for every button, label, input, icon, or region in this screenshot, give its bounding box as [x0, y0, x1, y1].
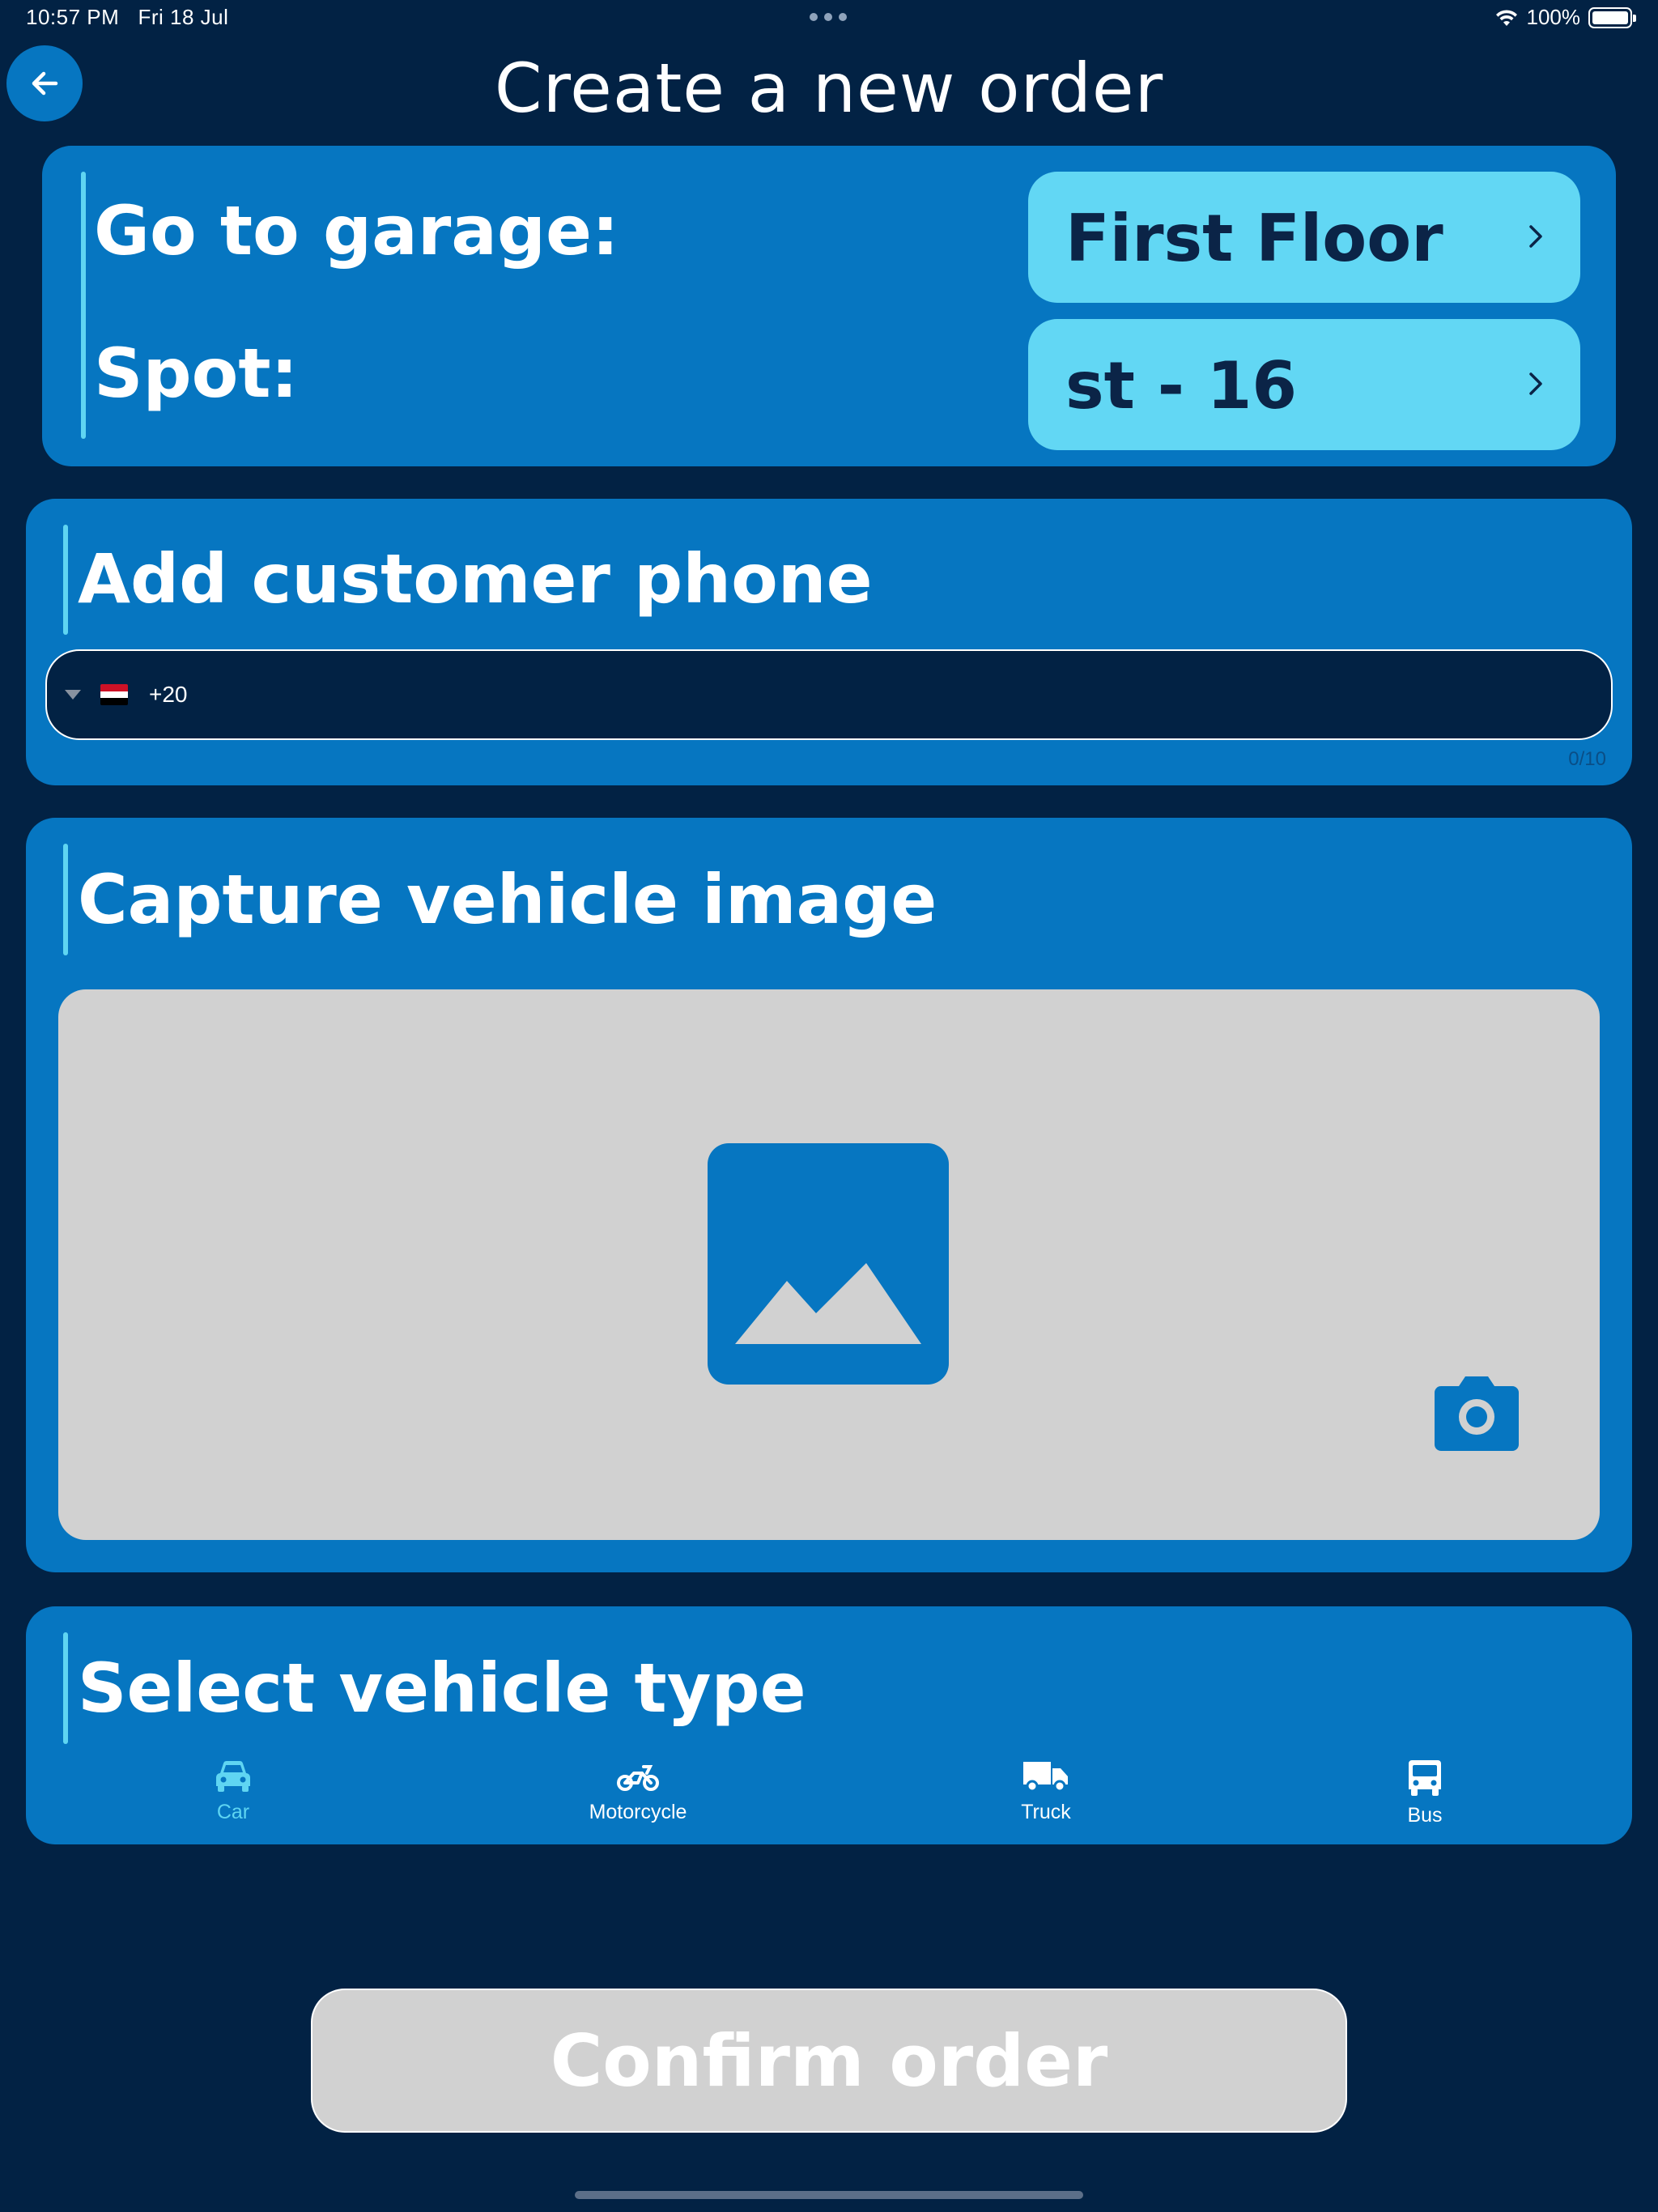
page-title: Create a new order	[494, 49, 1164, 128]
phone-character-counter: 0/10	[1568, 748, 1606, 770]
image-heading: Capture vehicle image	[78, 860, 937, 939]
vehicle-option-label: Car	[216, 1801, 250, 1823]
status-bar: 10:57 PM Fri 18 Jul 100%	[0, 0, 1658, 37]
phone-card: Add customer phone	[26, 499, 1632, 785]
garage-selector[interactable]: First Floor	[1028, 172, 1580, 303]
status-indicators: 100%	[1494, 5, 1636, 30]
bus-icon	[1409, 1760, 1441, 1796]
spot-label: Spot:	[94, 334, 299, 413]
truck-icon	[1023, 1762, 1068, 1793]
egypt-flag-icon[interactable]	[100, 684, 128, 705]
garage-label: Go to garage:	[94, 191, 619, 270]
vehicle-option-label: Motorcycle	[589, 1801, 687, 1823]
phone-heading: Add customer phone	[78, 539, 873, 619]
accent-bar	[63, 844, 68, 955]
garage-value: First Floor	[1065, 201, 1443, 276]
confirm-order-button[interactable]: Confirm order	[311, 1989, 1347, 2133]
spot-value: st - 16	[1065, 348, 1298, 423]
vehicle-image-area[interactable]	[58, 989, 1600, 1540]
spot-selector[interactable]: st - 16	[1028, 319, 1580, 450]
dial-code: +20	[149, 682, 188, 707]
vehicle-option-label: Bus	[1407, 1804, 1443, 1827]
battery-icon	[1588, 6, 1636, 28]
accent-bar	[63, 525, 68, 635]
battery-percentage: 100%	[1526, 5, 1581, 29]
multitasking-dots-icon[interactable]	[810, 13, 847, 21]
vehicle-option-motorcycle[interactable]: Motorcycle	[541, 1759, 735, 1824]
motorcycle-icon	[617, 1765, 659, 1791]
vehicle-option-label: Truck	[1021, 1801, 1071, 1823]
chevron-right-icon	[1529, 225, 1542, 248]
car-icon	[216, 1760, 250, 1792]
accent-bar	[63, 1632, 68, 1744]
status-time: 10:57 PM Fri 18 Jul	[26, 5, 228, 30]
country-dropdown-icon[interactable]	[65, 690, 81, 700]
status-clock: 10:57 PM	[26, 5, 120, 29]
vehicle-option-truck[interactable]: Truck	[949, 1759, 1143, 1824]
camera-icon[interactable]	[1435, 1375, 1519, 1453]
header: Create a new order	[0, 37, 1658, 131]
wifi-icon	[1495, 9, 1517, 26]
accent-bar	[81, 172, 86, 439]
home-indicator[interactable]	[575, 2191, 1083, 2199]
phone-input[interactable]: +20	[45, 649, 1613, 740]
vehicle-option-bus[interactable]: Bus	[1328, 1759, 1522, 1827]
vehicle-option-car[interactable]: Car	[136, 1759, 330, 1824]
status-date: Fri 18 Jul	[138, 5, 229, 29]
chevron-right-icon	[1529, 372, 1542, 395]
vehicle-heading: Select vehicle type	[78, 1648, 806, 1728]
image-placeholder-icon	[708, 1143, 949, 1385]
